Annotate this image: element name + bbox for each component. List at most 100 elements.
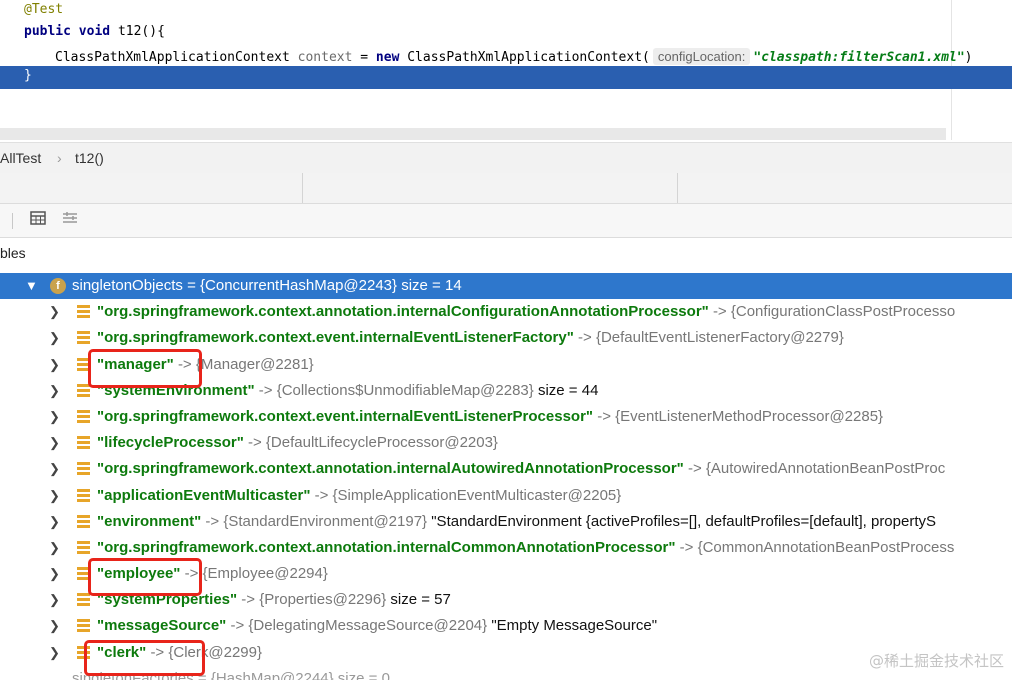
tree-entry-row[interactable]: ❯ "org.springframework.context.event.inte…: [0, 325, 1012, 351]
chevron-right-icon[interactable]: ❯: [49, 483, 60, 509]
map-entry-icon: [77, 462, 90, 476]
header-divider: [677, 173, 678, 203]
entry-value: {ConfigurationClassPostProcesso: [730, 303, 956, 321]
chevron-right-icon[interactable]: ❯: [49, 613, 60, 639]
entry-arrow: ->: [597, 407, 611, 425]
entry-label: "org.springframework.context.annotation.…: [97, 456, 945, 482]
entry-label: "messageSource" -> {DelegatingMessageSou…: [97, 613, 657, 639]
tree-entry-row[interactable]: ❯ "org.springframework.context.event.inte…: [0, 404, 1012, 430]
variable-name: context: [297, 50, 353, 65]
chevron-right-icon[interactable]: ❯: [49, 640, 60, 666]
entry-label: "org.springframework.context.annotation.…: [97, 535, 954, 561]
annotation-line: @Test: [24, 2, 64, 17]
entry-arrow: ->: [205, 512, 220, 530]
header-divider: [302, 173, 303, 203]
frame-method-crumb[interactable]: t12(): [75, 150, 104, 166]
keyword-new: new: [375, 50, 400, 65]
chevron-right-icon[interactable]: ❯: [49, 509, 60, 535]
map-entry-icon: [77, 619, 90, 633]
entry-value: {SimpleApplicationEventMulticaster@2205}: [332, 486, 622, 504]
entry-arrow: ->: [712, 303, 727, 321]
entry-value: {DefaultLifecycleProcessor@2203}: [265, 434, 498, 452]
tree-root-row[interactable]: ▼ f singletonObjects = {ConcurrentHashMa…: [0, 273, 1012, 300]
chevron-right-icon[interactable]: ❯: [49, 535, 60, 561]
tree-entry-row[interactable]: ❯ "messageSource" -> {DelegatingMessageSo…: [0, 613, 1012, 639]
entry-key: "org.springframework.context.annotation.…: [97, 303, 709, 321]
chevron-right-icon[interactable]: ❯: [49, 587, 60, 613]
chevron-right-icon[interactable]: ❯: [49, 430, 60, 456]
entry-label: "lifecycleProcessor" -> {DefaultLifecycl…: [97, 430, 498, 456]
map-entry-icon: [77, 593, 90, 607]
entry-arrow: ->: [578, 329, 592, 347]
map-entry-icon: [77, 488, 90, 503]
chevron-right-icon[interactable]: ❯: [49, 404, 60, 430]
highlight-box-clerk: [84, 640, 205, 676]
breadcrumb-separator: ›: [57, 150, 62, 166]
entry-arrow: ->: [241, 591, 256, 609]
map-entry-icon: [77, 305, 90, 319]
entry-value: {AutowiredAnnotationBeanPostProc: [705, 460, 946, 478]
tree-entry-row[interactable]: ❯ "lifecycleProcessor" -> {DefaultLifecyc…: [0, 430, 1012, 456]
entry-key: "org.springframework.context.event.inter…: [97, 407, 594, 425]
entry-value: {Collections$UnmodifiableMap@2283}: [276, 381, 534, 399]
string-argument: "classpath:filterScan1.xml": [753, 50, 965, 65]
assign-operator: =: [352, 50, 376, 65]
editor-horizontal-scrollbar[interactable]: [0, 128, 946, 140]
highlight-box-manager: [88, 349, 202, 388]
entry-arrow: ->: [687, 460, 702, 478]
execution-point-brace: }: [24, 68, 32, 83]
entry-arrow: ->: [258, 381, 273, 399]
entry-key: "org.springframework.context.annotation.…: [97, 460, 684, 478]
variables-panel-title: bles: [0, 245, 26, 261]
chevron-right-icon[interactable]: ❯: [49, 561, 60, 587]
entry-key: "applicationEventMulticaster": [97, 486, 311, 504]
table-view-icon[interactable]: [30, 210, 46, 230]
highlight-box-employee: [88, 558, 202, 596]
root-node-label: singletonObjects = {ConcurrentHashMap@22…: [72, 273, 462, 299]
entry-value: {Employee@2294}: [202, 565, 328, 583]
entry-label: "applicationEventMulticaster" -> {Simple…: [97, 483, 621, 509]
chevron-right-icon[interactable]: ❯: [49, 352, 60, 378]
entry-key: "lifecycleProcessor": [97, 434, 244, 452]
keyword-void: void: [78, 24, 111, 39]
debug-tabs-header: [0, 173, 1012, 204]
root-value: = {ConcurrentHashMap@2243}: [187, 277, 398, 294]
tree-entry-row[interactable]: ❯ "org.springframework.context.annotation…: [0, 299, 1012, 325]
method-paren: (){: [141, 24, 165, 39]
closing-paren: ): [964, 50, 973, 65]
chevron-right-icon[interactable]: ❯: [49, 299, 60, 325]
frame-class-crumb[interactable]: AllTest: [0, 150, 41, 166]
map-entry-icon: [77, 514, 90, 529]
map-entry-icon: [77, 409, 90, 424]
parameter-hint: configLocation:: [652, 48, 751, 65]
root-size: size = 14: [401, 277, 462, 294]
debug-toolbar: [0, 204, 1012, 238]
chevron-down-icon[interactable]: ▼: [25, 273, 38, 299]
entry-extra: size = 44: [537, 381, 599, 399]
tree-entry-row[interactable]: ❯ "applicationEventMulticaster" -> {Simpl…: [0, 483, 1012, 509]
entry-key: "environment": [97, 512, 202, 530]
chevron-right-icon[interactable]: ❯: [49, 325, 60, 351]
entry-extra: "StandardEnvironment {activeProfiles=[],…: [431, 512, 937, 530]
entry-label: "org.springframework.context.event.inter…: [97, 404, 883, 430]
entry-key: "org.springframework.context.event.inter…: [97, 329, 574, 347]
method-signature-line: public void t12(){: [24, 24, 165, 39]
constructor-call: ClassPathXmlApplicationContext(: [407, 50, 650, 65]
chevron-right-icon[interactable]: ❯: [49, 456, 60, 482]
map-entry-icon: [77, 331, 90, 345]
entry-arrow: ->: [247, 434, 262, 452]
debug-frames-bar: AllTest › t12(): [0, 142, 1012, 174]
layout-settings-icon[interactable]: [62, 210, 78, 230]
tree-entry-row[interactable]: ❯ "environment" -> {StandardEnvironment@2…: [0, 509, 1012, 535]
chevron-right-icon[interactable]: ❯: [49, 378, 60, 404]
method-name: t12: [117, 24, 142, 39]
entry-value: {CommonAnnotationBeanPostProcess: [697, 538, 955, 556]
entry-label: "org.springframework.context.annotation.…: [97, 299, 955, 325]
entry-label: "org.springframework.context.event.inter…: [97, 325, 844, 351]
code-editor[interactable]: @Test public void t12(){ ClassPathXmlApp…: [0, 0, 1012, 140]
entry-arrow: ->: [230, 617, 245, 635]
tree-entry-row[interactable]: ❯ "org.springframework.context.annotation…: [0, 456, 1012, 482]
root-name: singletonObjects: [72, 277, 183, 294]
entry-key: "messageSource": [97, 617, 227, 635]
entry-arrow: ->: [314, 486, 329, 504]
